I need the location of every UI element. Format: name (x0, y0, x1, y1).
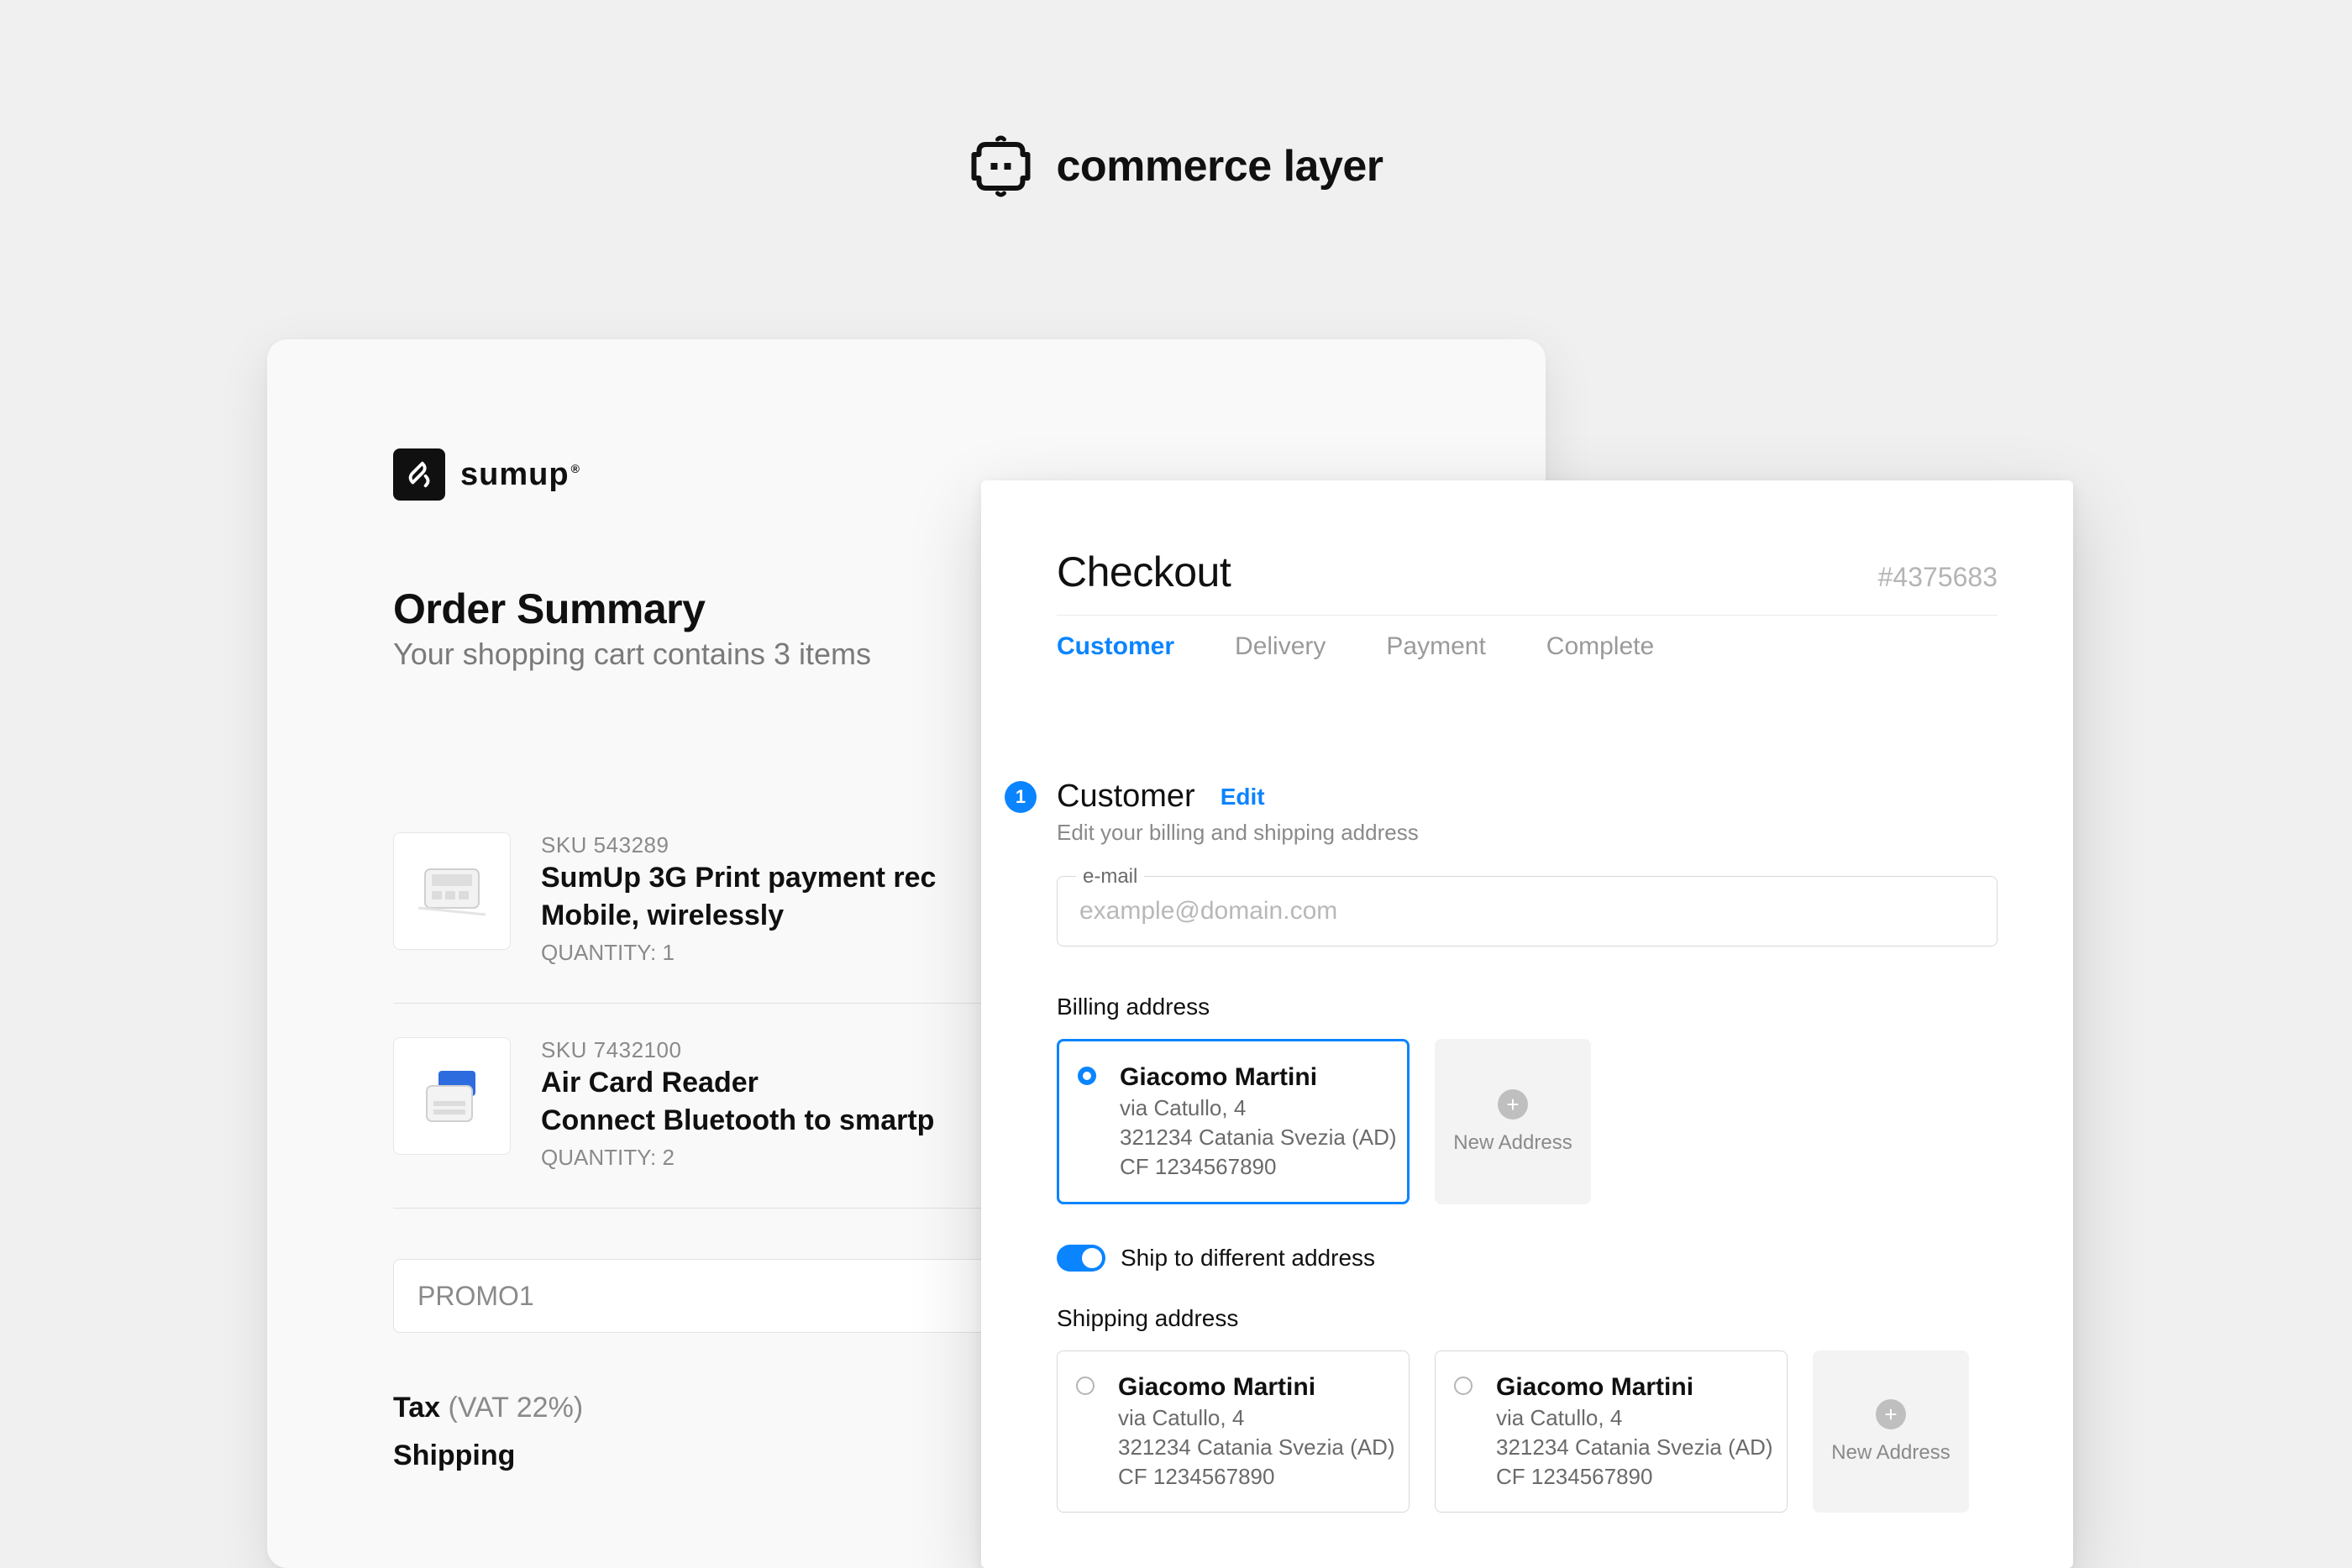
email-input[interactable] (1079, 897, 1975, 926)
step-delivery[interactable]: Delivery (1235, 632, 1326, 661)
line-item-name: SumUp 3G Print payment rec (541, 860, 936, 896)
address-line: CF 1234567890 (1118, 1464, 1383, 1490)
billing-address-row: Giacomo Martini via Catullo, 4 321234 Ca… (1057, 1039, 1998, 1204)
address-name: Giacomo Martini (1118, 1373, 1383, 1402)
new-address-label: New Address (1831, 1441, 1950, 1465)
line-item-qty: QUANTITY: 1 (541, 940, 936, 966)
email-label: e-mail (1076, 865, 1144, 889)
checkout-card: Checkout #4375683 Customer Delivery Paym… (981, 480, 2073, 1568)
address-line: CF 1234567890 (1496, 1464, 1761, 1490)
plus-icon: + (1498, 1089, 1528, 1120)
email-field-wrapper: e-mail (1057, 876, 1998, 947)
address-radio-icon[interactable] (1078, 1067, 1096, 1085)
billing-address-card[interactable]: Giacomo Martini via Catullo, 4 321234 Ca… (1057, 1039, 1410, 1204)
address-line: 321234 Catania Svezia (AD) (1120, 1125, 1382, 1151)
address-line: via Catullo, 4 (1496, 1405, 1761, 1431)
checkout-title: Checkout (1057, 548, 1231, 596)
line-item-name-2: Mobile, wirelessly (541, 898, 936, 934)
sumup-mark-icon (393, 448, 445, 501)
edit-customer-link[interactable]: Edit (1221, 784, 1265, 810)
brand-header: commerce layer (969, 134, 1383, 198)
address-line: via Catullo, 4 (1120, 1095, 1382, 1121)
address-name: Giacomo Martini (1496, 1373, 1761, 1402)
brand-name: commerce layer (1056, 141, 1383, 191)
new-billing-address-button[interactable]: + New Address (1435, 1039, 1591, 1204)
commerce-layer-logo-icon (969, 134, 1032, 198)
ship-to-different-toggle[interactable] (1057, 1245, 1105, 1272)
new-address-label: New Address (1453, 1131, 1572, 1155)
shipping-address-card[interactable]: Giacomo Martini via Catullo, 4 321234 Ca… (1435, 1350, 1788, 1513)
shipping-label: Shipping (393, 1440, 515, 1471)
address-line: via Catullo, 4 (1118, 1405, 1383, 1431)
line-item-sku: SKU 543289 (541, 832, 936, 858)
line-item-qty: QUANTITY: 2 (541, 1145, 934, 1171)
page-background: commerce layer sumup® Order Summary Your… (0, 0, 2352, 1568)
line-item-name: Air Card Reader (541, 1065, 934, 1101)
product-thumbnail (393, 1037, 511, 1155)
address-name: Giacomo Martini (1120, 1063, 1382, 1092)
step-customer[interactable]: Customer (1057, 632, 1174, 661)
shipping-address-row: Giacomo Martini via Catullo, 4 321234 Ca… (1057, 1350, 1998, 1513)
ship-to-different-row: Ship to different address (1057, 1245, 1998, 1272)
address-radio-icon[interactable] (1076, 1377, 1095, 1395)
checkout-order-id: #4375683 (1878, 562, 1998, 593)
ship-to-different-label: Ship to different address (1121, 1245, 1375, 1272)
line-item-sku: SKU 7432100 (541, 1037, 934, 1063)
address-line: CF 1234567890 (1120, 1154, 1382, 1180)
promo-code-value: PROMO1 (417, 1281, 534, 1312)
tax-note: (VAT 22%) (449, 1392, 584, 1424)
step-payment[interactable]: Payment (1386, 632, 1485, 661)
line-item-name-2: Connect Bluetooth to smartp (541, 1103, 934, 1139)
shipping-address-card[interactable]: Giacomo Martini via Catullo, 4 321234 Ca… (1057, 1350, 1410, 1513)
tax-label: Tax (393, 1392, 440, 1424)
plus-icon: + (1876, 1399, 1906, 1429)
checkout-header: Checkout #4375683 (1057, 548, 1998, 616)
customer-section-title: Customer (1057, 779, 1195, 815)
merchant-name: sumup® (460, 457, 580, 493)
checkout-steps: Customer Delivery Payment Complete (1057, 632, 1998, 661)
address-radio-icon[interactable] (1454, 1377, 1473, 1395)
address-line: 321234 Catania Svezia (AD) (1118, 1434, 1383, 1460)
step-number-badge: 1 (1005, 781, 1037, 813)
customer-section: 1 Customer Edit Edit your billing and sh… (1057, 779, 1998, 1513)
product-thumbnail (393, 832, 511, 950)
new-shipping-address-button[interactable]: + New Address (1813, 1350, 1969, 1513)
customer-section-subtitle: Edit your billing and shipping address (1057, 820, 1998, 846)
billing-address-label: Billing address (1057, 994, 1998, 1020)
step-complete[interactable]: Complete (1546, 632, 1654, 661)
shipping-address-label: Shipping address (1057, 1305, 1998, 1332)
address-line: 321234 Catania Svezia (AD) (1496, 1434, 1761, 1460)
